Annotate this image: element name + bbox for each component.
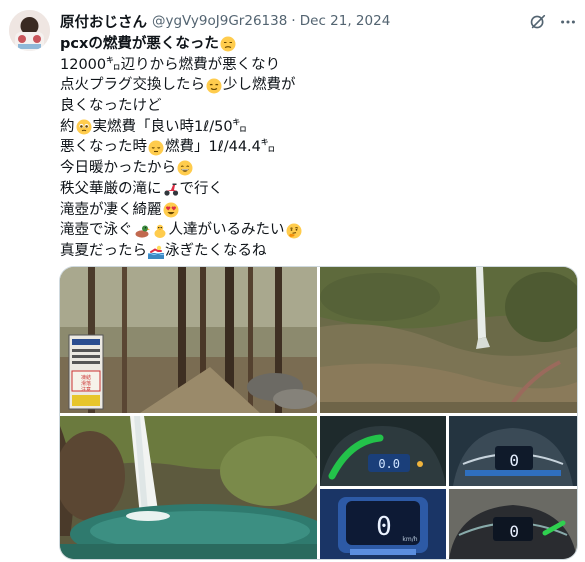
person-swimming-emoji-icon xyxy=(148,243,164,260)
speedometer-unit: km/h xyxy=(402,536,417,543)
pleading-face-emoji-icon xyxy=(76,119,92,135)
avatar[interactable] xyxy=(9,10,50,51)
post-text-line: 悪くなった時 燃費」1ℓ/44.4㌔ xyxy=(60,137,575,158)
grinning-face-emoji-icon xyxy=(177,160,193,176)
pensive-face-emoji-icon xyxy=(148,140,164,156)
post-text-line: 12000㌔辺りから燃費が悪くなり xyxy=(60,55,575,76)
relieved-face-emoji-icon xyxy=(206,78,222,94)
post-card: 原付おじさん @ygVy9oJ9Gr26138 · Dec 21, 2024 p… xyxy=(0,0,585,562)
post-header: 原付おじさん @ygVy9oJ9Gr26138 · Dec 21, 2024 xyxy=(60,10,390,32)
duck-emoji-icon xyxy=(134,223,150,239)
disappointed-face-emoji-icon xyxy=(220,36,236,52)
media-grid: 凍結 滑落 注意 0.0 0 0 km/h 0 xyxy=(59,266,578,560)
grok-icon[interactable] xyxy=(528,12,548,32)
text-segment: 滝壺が凄く綺麗 xyxy=(60,201,162,218)
dashboard-night-readout: 0 xyxy=(509,522,519,541)
post-text-line: 真夏だったら 泳ぎたくなるね xyxy=(60,241,575,262)
post-text-line: 滝壺が凄く綺麗 xyxy=(60,200,575,221)
post-text-line: 秩父華厳の滝に で行く xyxy=(60,179,575,200)
text-segment: で行く xyxy=(179,180,224,197)
post-text-line: 点火プラグ交換したら 少し燃費が xyxy=(60,75,575,96)
speedometer-readout: 0 xyxy=(376,512,392,542)
text-segment: 悪くなった時 xyxy=(60,139,147,156)
text-segment: 燃費」1ℓ/44.4㌔ xyxy=(165,139,276,156)
sign-text-line-2: 滑落 xyxy=(81,380,91,387)
text-segment: 12000㌔辺りから燃費が悪くなり xyxy=(60,56,281,73)
text-segment: 秩父華厳の滝に xyxy=(60,180,162,197)
sign-text-line-3: 注意 xyxy=(81,386,91,393)
more-options-icon[interactable] xyxy=(558,12,578,32)
text-segment: 滝壺で泳ぐ xyxy=(60,222,133,239)
baby-chick-emoji-icon xyxy=(152,223,168,239)
dashboard-green-photo[interactable]: 0.0 xyxy=(320,416,446,486)
dashboard-night-photo[interactable]: 0 xyxy=(449,489,577,559)
text-segment: 人達がいるみたい xyxy=(168,222,285,239)
text-segment: 泳ぎたくなるね xyxy=(165,242,267,259)
post-title-line: pcxの燃費が悪くなった xyxy=(60,34,575,55)
text-segment: 今日暖かったから xyxy=(60,160,176,177)
dashboard-blue-photo[interactable]: 0 xyxy=(449,416,577,486)
post-date[interactable]: Dec 21, 2024 xyxy=(300,13,391,29)
post-text-line: 良くなったけど xyxy=(60,96,575,117)
sign-text-line-1: 凍結 xyxy=(81,374,91,381)
separator-dot: · xyxy=(291,13,296,29)
text-segment: 実燃費「良い時1ℓ/50㌔ xyxy=(92,118,248,135)
post-text-line: 約実燃費「良い時1ℓ/50㌔ xyxy=(60,117,575,138)
scooter-emoji-icon xyxy=(163,181,179,197)
text-segment: 少し燃費が xyxy=(223,77,296,94)
mountain-waterfall-photo[interactable] xyxy=(320,267,577,413)
waterfall-pool-photo[interactable] xyxy=(60,416,317,559)
text-segment: 約 xyxy=(60,118,75,135)
text-segment: pcxの燃費が悪くなった xyxy=(60,36,219,52)
text-segment: 真夏だったら xyxy=(60,242,147,259)
text-segment: 良くなったけど xyxy=(60,98,162,115)
dashboard-green-readout: 0.0 xyxy=(378,457,400,471)
post-text-line: 今日暖かったから xyxy=(60,158,575,179)
post-text-line: 滝壺で泳ぐ 人達がいるみたい xyxy=(60,220,575,241)
author-display-name[interactable]: 原付おじさん xyxy=(60,11,147,32)
text-segment: 点火プラグ交換したら xyxy=(60,77,205,94)
dashboard-speedometer-photo[interactable]: 0 km/h xyxy=(320,489,446,559)
heart-eyes-face-emoji-icon xyxy=(163,202,179,218)
dashboard-blue-readout: 0 xyxy=(509,451,519,470)
forest-trail-sign-photo[interactable]: 凍結 滑落 注意 xyxy=(60,267,317,413)
thinking-face-emoji-icon xyxy=(286,223,302,239)
author-handle[interactable]: @ygVy9oJ9Gr26138 xyxy=(152,13,287,29)
post-text: pcxの燃費が悪くなった 12000㌔辺りから燃費が悪くなり 点火プラグ交換したら 少… xyxy=(60,34,575,262)
